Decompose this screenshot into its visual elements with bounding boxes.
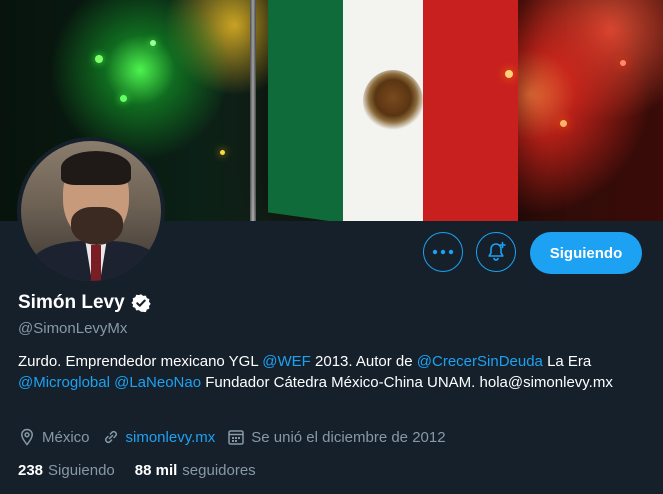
notifications-button[interactable]	[476, 232, 516, 272]
profile-handle: @SimonLevyMx	[18, 320, 128, 337]
website[interactable]: simonlevy.mx	[102, 428, 216, 446]
mention-link[interactable]: @WEF	[262, 353, 311, 370]
bio-text: La Era	[542, 353, 592, 370]
profile-avatar[interactable]	[17, 137, 165, 285]
more-icon	[432, 249, 454, 255]
flag-emblem	[363, 70, 423, 132]
followers-stat[interactable]: 88 mil seguidores	[135, 462, 256, 479]
more-options-button[interactable]	[423, 232, 463, 272]
link-icon	[104, 430, 117, 444]
following-count: 238	[18, 462, 44, 479]
calendar-icon	[228, 430, 245, 445]
location-text: México	[42, 428, 90, 446]
following-stat[interactable]: 238 Siguiendo	[18, 462, 115, 479]
join-date-text: Se unió el diciembre de 2012	[251, 428, 446, 446]
verified-badge-icon	[131, 294, 151, 313]
following-button[interactable]: Siguiendo	[530, 232, 642, 274]
notification-bell-plus-icon	[488, 241, 506, 261]
mention-link[interactable]: @LaNeoNao	[114, 374, 201, 391]
followers-count: 88 mil	[134, 462, 178, 479]
bio-text: Fundador Cátedra México-China UNAM. hola…	[201, 374, 613, 391]
followers-label: seguidores	[182, 462, 256, 479]
location: México	[18, 428, 90, 446]
profile-stats: 238 Siguiendo 88 mil seguidores	[18, 462, 256, 479]
profile-meta: México simonlevy.mx Se unió el diciembre…	[18, 428, 458, 446]
profile-bio: Zurdo. Emprendedor mexicano YGL @WEF 201…	[18, 351, 648, 393]
display-name: Simón Levy	[18, 292, 125, 313]
following-label: Siguiendo	[48, 462, 115, 479]
mention-link[interactable]: @Microglobal	[18, 374, 110, 391]
website-link[interactable]: simonlevy.mx	[126, 429, 216, 446]
location-pin-icon	[21, 428, 33, 446]
profile-name: Simón Levy	[18, 292, 151, 314]
join-date: Se unió el diciembre de 2012	[227, 428, 446, 446]
mention-link[interactable]: @CrecerSinDeuda	[417, 353, 543, 370]
flagpole	[250, 0, 256, 221]
bio-text: 2013. Autor de	[310, 353, 417, 370]
bio-text: Zurdo. Emprendedor mexicano YGL	[18, 353, 263, 370]
